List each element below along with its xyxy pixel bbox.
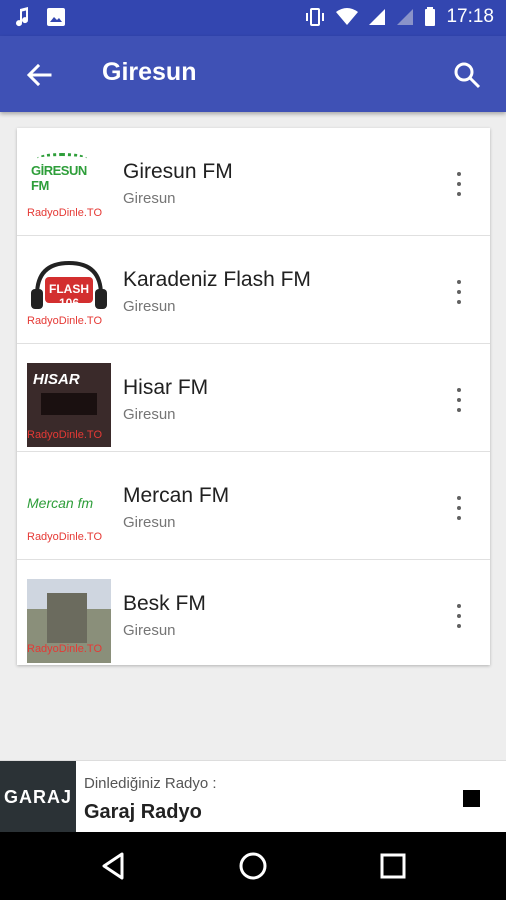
- station-name: Karadeniz Flash FM: [123, 268, 311, 291]
- wifi-icon: [336, 8, 359, 25]
- more-options-icon[interactable]: [454, 388, 464, 412]
- signal-weak-icon: [397, 9, 414, 25]
- vibrate-icon: [306, 8, 325, 26]
- logo-brand: HISAR: [33, 371, 80, 388]
- app-bar: Giresun: [0, 36, 506, 112]
- station-name: Mercan FM: [123, 484, 230, 507]
- logo-caption: RadyoDinle.TO: [27, 429, 102, 441]
- station-city: Giresun: [123, 514, 176, 531]
- signal-icon: [369, 9, 386, 25]
- logo-decoration: [37, 153, 87, 164]
- home-nav-icon[interactable]: [236, 849, 270, 883]
- station-logo: HISAR RadyoDinle.TO: [27, 363, 111, 447]
- station-list: GİRESUN FM RadyoDinle.TO Giresun FM Gire…: [17, 128, 490, 665]
- more-options-icon[interactable]: [454, 172, 464, 196]
- station-row[interactable]: FLASH 106 RadyoDinle.TO Karadeniz Flash …: [17, 236, 490, 344]
- page-title: Giresun: [102, 58, 197, 86]
- more-options-icon[interactable]: [454, 496, 464, 520]
- station-logo: Mercan fm RadyoDinle.TO: [27, 471, 111, 555]
- now-playing-label: Dinlediğiniz Radyo :: [84, 775, 217, 792]
- logo-caption: RadyoDinle.TO: [27, 643, 102, 655]
- station-logo: FLASH 106 RadyoDinle.TO: [27, 255, 111, 339]
- more-options-icon[interactable]: [454, 280, 464, 304]
- logo-brand: FLASH 106: [49, 282, 89, 310]
- logo-building: [47, 593, 87, 643]
- logo-decoration: [41, 393, 97, 415]
- search-icon[interactable]: [452, 60, 482, 90]
- now-playing-station: Garaj Radyo: [84, 801, 202, 823]
- logo-brand: GİRESUN FM: [31, 163, 87, 193]
- station-name: Hisar FM: [123, 376, 209, 399]
- station-row[interactable]: RadyoDinle.TO Besk FM Giresun: [17, 560, 490, 667]
- status-bar: 17:18: [0, 0, 506, 36]
- station-name: Giresun FM: [123, 160, 233, 183]
- now-playing-bar[interactable]: GARAJ Dinlediğiniz Radyo : Garaj Radyo: [0, 760, 506, 833]
- station-city: Giresun: [123, 298, 176, 315]
- station-name: Besk FM: [123, 592, 206, 615]
- player-logo-text: GARAJ: [3, 786, 72, 807]
- player-logo: GARAJ: [0, 761, 76, 833]
- image-icon: [47, 8, 65, 26]
- station-city: Giresun: [123, 190, 176, 207]
- back-nav-icon[interactable]: [96, 849, 130, 883]
- logo-brand: Mercan fm: [27, 495, 94, 511]
- station-row[interactable]: Mercan fm RadyoDinle.TO Mercan FM Giresu…: [17, 452, 490, 560]
- station-city: Giresun: [123, 406, 176, 423]
- recents-nav-icon[interactable]: [376, 849, 410, 883]
- music-note-icon: [16, 7, 29, 27]
- more-options-icon[interactable]: [454, 604, 464, 628]
- clock: 17:18: [446, 6, 494, 27]
- battery-icon: [425, 7, 436, 26]
- station-city: Giresun: [123, 622, 176, 639]
- navigation-bar: [0, 832, 506, 900]
- stop-icon[interactable]: [463, 790, 480, 807]
- logo-caption: RadyoDinle.TO: [27, 315, 102, 327]
- logo-caption: RadyoDinle.TO: [27, 531, 102, 543]
- back-arrow-icon[interactable]: [24, 60, 54, 90]
- station-logo: GİRESUN FM RadyoDinle.TO: [27, 147, 111, 231]
- station-row[interactable]: GİRESUN FM RadyoDinle.TO Giresun FM Gire…: [17, 128, 490, 236]
- station-row[interactable]: HISAR RadyoDinle.TO Hisar FM Giresun: [17, 344, 490, 452]
- logo-caption: RadyoDinle.TO: [27, 207, 102, 219]
- station-logo: RadyoDinle.TO: [27, 579, 111, 663]
